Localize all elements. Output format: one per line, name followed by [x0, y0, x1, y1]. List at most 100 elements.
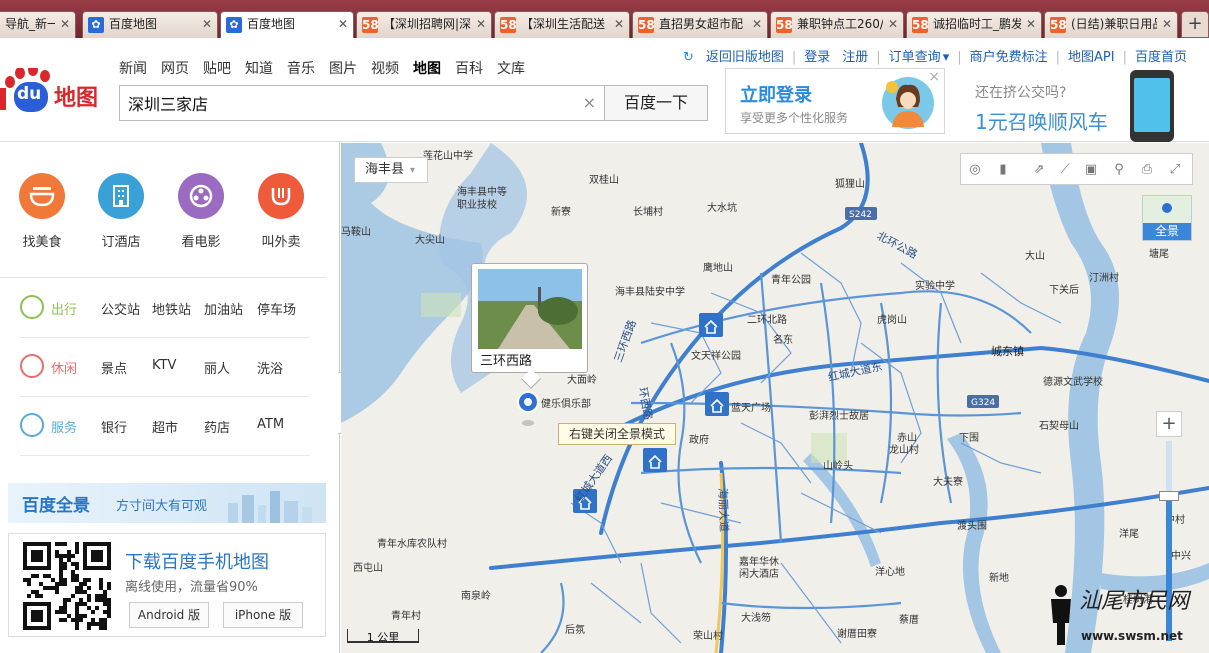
nav-link[interactable]: 百科 — [455, 58, 483, 78]
nav-link-active[interactable]: 地图 — [413, 58, 441, 78]
traffic-icon[interactable]: ▮ — [993, 160, 1013, 180]
clear-icon[interactable]: × — [583, 93, 596, 112]
login-title[interactable]: 立即登录 — [740, 81, 812, 107]
close-icon[interactable]: × — [928, 69, 940, 85]
panorama-marker[interactable] — [705, 392, 729, 416]
baidu-map-logo[interactable]: du 地图 — [0, 64, 110, 116]
screenshot-icon[interactable]: ▣ — [1081, 160, 1101, 180]
map-label: 健乐俱乐部 — [541, 397, 591, 410]
close-icon[interactable]: ✕ — [1162, 12, 1172, 37]
map-label: 海丰县中等 — [457, 185, 507, 198]
close-icon[interactable]: ✕ — [614, 12, 624, 37]
logo-text: 地图 — [54, 86, 99, 111]
close-icon[interactable]: ✕ — [888, 12, 898, 37]
category-hotel[interactable]: 订酒店 — [91, 173, 151, 250]
close-icon[interactable]: ✕ — [202, 12, 212, 37]
panorama-marker[interactable] — [699, 313, 723, 337]
search-button[interactable]: 百度一下 — [605, 85, 708, 121]
category-food[interactable]: 找美食 — [12, 173, 72, 250]
page-header: du 地图 新闻网页贴吧知道音乐图片视频地图百科文库 × 百度一下 ↻返回旧版地… — [0, 38, 1209, 142]
map-canvas[interactable]: S242 G324 北环公路 三环西路 环西路 红城大道西 海丽大道 莲花山中学… — [341, 143, 1209, 653]
close-icon[interactable]: ✕ — [752, 12, 762, 37]
old-version-link[interactable]: 返回旧版地图 — [706, 50, 784, 65]
58-logo-icon: 58 — [638, 17, 655, 33]
row-travel: 出行 公交站 地铁站 加油站 停车场 — [20, 291, 320, 331]
row-item[interactable]: ATM — [257, 417, 284, 432]
map-label: 西屯山 — [353, 561, 383, 574]
road-label: S242 — [849, 210, 872, 220]
58-logo-icon: 58 — [912, 17, 929, 33]
close-icon[interactable]: ✕ — [60, 12, 70, 37]
ruler-icon[interactable]: ⟋ — [1055, 160, 1075, 180]
close-icon[interactable]: ✕ — [476, 12, 486, 37]
service-icon — [20, 413, 44, 437]
panorama-banner[interactable]: 百度全景 方寸间大有可观 — [8, 483, 326, 523]
row-item[interactable]: 银行 — [101, 417, 127, 436]
nav-link[interactable]: 文库 — [497, 58, 525, 78]
row-item[interactable]: 丽人 — [204, 358, 230, 377]
nav-link[interactable]: 贴吧 — [203, 58, 231, 78]
browser-tab[interactable]: 58 兼职钟点工260/ ✕ — [770, 11, 904, 38]
row-item[interactable]: 停车场 — [257, 299, 296, 318]
row-item[interactable]: KTV — [152, 358, 176, 373]
browser-tab[interactable]: 58 【深圳招聘网|深 ✕ — [356, 11, 492, 38]
zoom-slider-handle[interactable] — [1159, 491, 1179, 501]
iphone-download-button[interactable]: iPhone 版 — [223, 602, 303, 628]
login-card[interactable]: 立即登录 享受更多个性化服务 × — [725, 68, 945, 134]
browser-tab[interactable]: 58 【深圳生活配送 ✕ — [494, 11, 630, 38]
carpool-promo[interactable]: 还在挤公交吗? 1元召唤顺风车 — [975, 82, 1108, 135]
row-item[interactable]: 洗浴 — [257, 358, 283, 377]
baidu-home-link[interactable]: 百度首页 — [1135, 50, 1187, 65]
search-input[interactable] — [120, 86, 570, 120]
nav-link[interactable]: 网页 — [161, 58, 189, 78]
panorama-toggle[interactable]: 全景 — [1142, 195, 1192, 241]
map-view[interactable]: S242 G324 北环公路 三环西路 环西路 红城大道西 海丽大道 莲花山中学… — [341, 143, 1209, 653]
nav-link[interactable]: 新闻 — [119, 58, 147, 78]
map-api-link[interactable]: 地图API — [1068, 50, 1115, 65]
banner-title: 百度全景 — [22, 496, 90, 516]
nav-link[interactable]: 视频 — [371, 58, 399, 78]
browser-tab[interactable]: 导航_新一代 ✕ — [0, 11, 76, 38]
login-subtitle: 享受更多个性化服务 — [740, 111, 849, 125]
register-link[interactable]: 注册 — [842, 50, 868, 65]
row-item[interactable]: 地铁站 — [152, 299, 191, 318]
marker-icon[interactable]: ⚲ — [1109, 160, 1129, 180]
promo-line2[interactable]: 1元召唤顺风车 — [975, 106, 1108, 135]
divider — [20, 396, 310, 397]
row-item[interactable]: 超市 — [152, 417, 178, 436]
city-selector[interactable]: 海丰县 ▾ — [354, 157, 428, 183]
fullscreen-icon[interactable]: ⤢ — [1165, 160, 1185, 180]
new-tab-button[interactable]: + — [1181, 11, 1209, 38]
caret-down-icon[interactable]: ▾ — [943, 50, 950, 65]
close-icon[interactable]: ✕ — [338, 12, 348, 37]
browser-tab[interactable]: ✿ 百度地图 ✕ — [82, 11, 218, 38]
panorama-marker[interactable] — [643, 448, 667, 472]
download-title[interactable]: 下载百度手机地图 — [125, 548, 269, 574]
browser-tab[interactable]: 58 诚招临时工_鹏发 ✕ — [906, 11, 1042, 38]
browser-tab[interactable]: 58 直招男女超市配 ✕ — [632, 11, 768, 38]
row-item[interactable]: 公交站 — [101, 299, 140, 318]
login-link[interactable]: 登录 — [804, 50, 830, 65]
order-query-link[interactable]: 订单查询 — [889, 50, 941, 65]
browser-tab-active[interactable]: ✿ 百度地图 ✕ — [220, 11, 354, 38]
print-icon[interactable]: ⎙ — [1137, 160, 1157, 180]
search-nearby-icon[interactable]: ◎ — [965, 160, 985, 180]
close-icon[interactable]: ✕ — [1026, 12, 1036, 37]
android-download-button[interactable]: Android 版 — [129, 602, 209, 628]
row-label: 出行 — [51, 303, 78, 318]
nav-link[interactable]: 知道 — [245, 58, 273, 78]
map-label: 二环北路 — [747, 313, 787, 326]
row-item[interactable]: 药店 — [204, 417, 230, 436]
browser-tab[interactable]: 58 (日结)兼职日用品 ✕ — [1044, 11, 1178, 38]
share-icon[interactable]: ⇗ — [1029, 160, 1049, 180]
street-view-popup[interactable]: 三环西路 — [471, 263, 588, 373]
road-label: G324 — [971, 398, 995, 408]
category-takeout[interactable]: 叫外卖 — [251, 173, 311, 250]
nav-link[interactable]: 音乐 — [287, 58, 315, 78]
category-movie[interactable]: 看电影 — [171, 173, 231, 250]
nav-link[interactable]: 图片 — [329, 58, 357, 78]
zoom-in-button[interactable]: + — [1156, 411, 1182, 437]
row-item[interactable]: 景点 — [101, 358, 127, 377]
merchant-link[interactable]: 商户免费标注 — [970, 50, 1048, 65]
row-item[interactable]: 加油站 — [204, 299, 243, 318]
